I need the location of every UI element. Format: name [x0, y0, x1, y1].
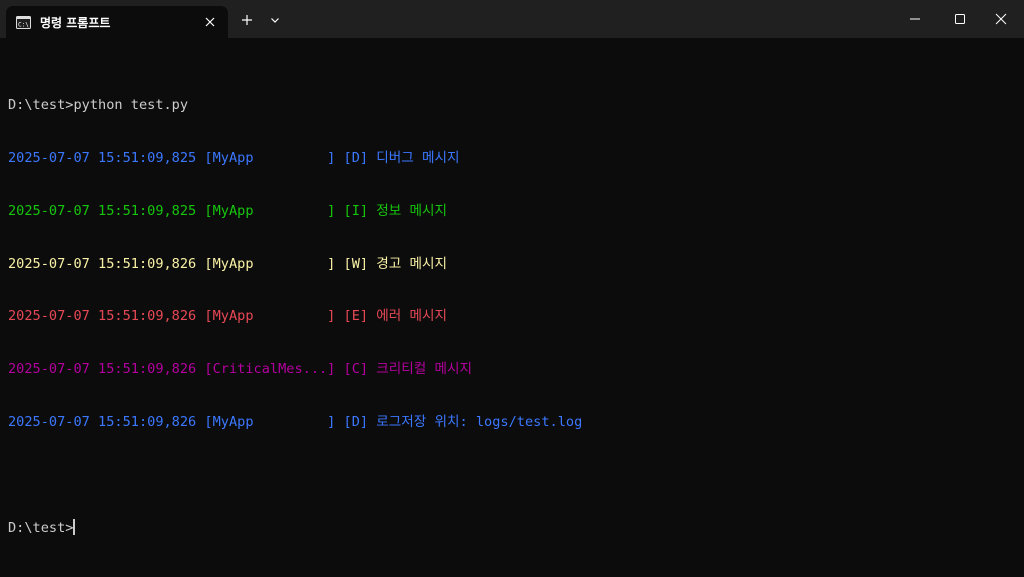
- maximize-button[interactable]: [937, 0, 983, 38]
- command-line: D:\test>python test.py: [8, 97, 189, 114]
- tab-command-prompt[interactable]: C:\ 명령 프롬프트: [6, 6, 228, 38]
- log-line-debug: 2025-07-07 15:51:09,825 [MyApp ] [D] 디버그…: [8, 149, 460, 166]
- prompt-line[interactable]: D:\test>: [8, 519, 1016, 537]
- log-line-log-path: 2025-07-07 15:51:09,826 [MyApp ] [D] 로그저…: [8, 413, 583, 430]
- minimize-icon: [910, 18, 920, 20]
- chevron-down-icon[interactable]: [266, 11, 284, 29]
- close-icon: [995, 13, 1007, 25]
- minimize-button[interactable]: [892, 0, 938, 38]
- tab-close-icon[interactable]: [201, 13, 219, 31]
- tab-title: 명령 프롬프트: [40, 16, 111, 30]
- close-button[interactable]: [978, 0, 1024, 38]
- prompt-text: D:\test>: [8, 520, 74, 537]
- log-line-error: 2025-07-07 15:51:09,826 [MyApp ] [E] 에러 …: [8, 308, 448, 325]
- plus-icon[interactable]: [238, 11, 256, 29]
- cmd-icon: C:\: [16, 16, 31, 29]
- terminal-output[interactable]: D:\test>python test.py 2025-07-07 15:51:…: [8, 62, 1016, 572]
- maximize-icon: [955, 14, 965, 24]
- terminal-window: C:\ 명령 프롬프트 D:\test>python test.py 2025-…: [0, 0, 1024, 577]
- text-cursor: [73, 519, 76, 536]
- log-line-warning: 2025-07-07 15:51:09,826 [MyApp ] [W] 경고 …: [8, 255, 448, 272]
- svg-text:C:\: C:\: [18, 22, 29, 29]
- log-line-critical: 2025-07-07 15:51:09,826 [CriticalMes...]…: [8, 361, 473, 378]
- title-bar[interactable]: C:\ 명령 프롬프트: [0, 0, 1024, 38]
- log-line-info: 2025-07-07 15:51:09,825 [MyApp ] [I] 정보 …: [8, 202, 448, 219]
